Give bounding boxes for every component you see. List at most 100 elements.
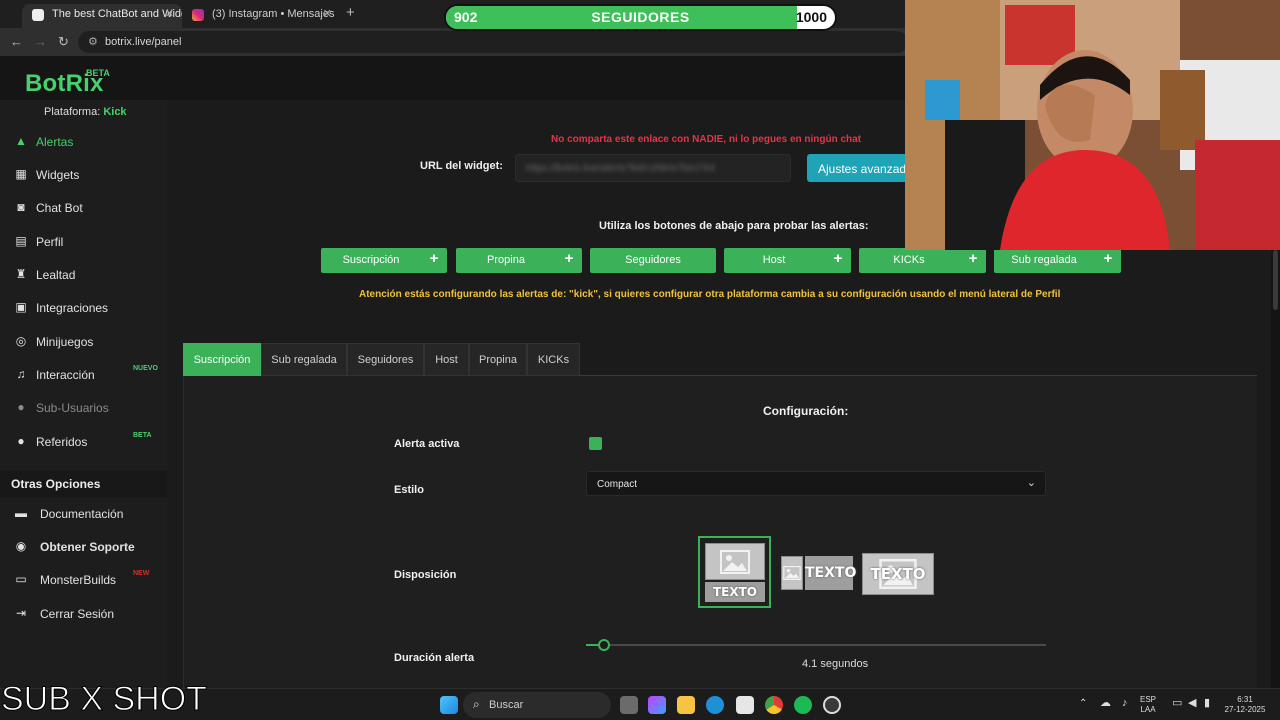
trophy-icon: ♜: [15, 267, 27, 281]
reload-icon[interactable]: ↻: [58, 34, 69, 50]
plus-icon: +: [1103, 250, 1113, 267]
new-badge: NUEVO: [133, 365, 158, 372]
clock[interactable]: 6:31 27-12-2025: [1224, 695, 1266, 715]
close-tab-icon[interactable]: ✕: [323, 4, 332, 24]
store-icon[interactable]: [736, 696, 754, 714]
layout-text-sample: TEXTO: [870, 565, 926, 583]
beta-badge: BETA: [133, 432, 152, 439]
tab-suscripcion[interactable]: Suscripción: [183, 343, 261, 376]
test-kicks-button[interactable]: KICKs +: [859, 248, 986, 273]
sidebar-item-alertas[interactable]: ▲ Alertas: [0, 128, 167, 156]
volume-icon[interactable]: ◀: [1188, 698, 1196, 709]
file-explorer-icon[interactable]: [677, 696, 695, 714]
sidebar-item-label: Documentación: [40, 507, 124, 521]
sidebar-item-cerrar-sesion[interactable]: ⇥ Cerrar Sesión: [0, 600, 167, 628]
language-layout: LAA: [1140, 705, 1156, 714]
microphone-icon[interactable]: ♪: [1122, 698, 1128, 709]
back-arrow-icon[interactable]: ←: [10, 34, 23, 49]
button-label: Propina: [487, 254, 525, 266]
browser-tab-instagram[interactable]: (3) Instagram • Mensajes ✕: [182, 4, 340, 28]
scrollbar-thumb[interactable]: [1273, 250, 1278, 310]
taskbar-search[interactable]: ⌕ Buscar: [463, 692, 611, 718]
close-tab-icon[interactable]: ✕: [165, 4, 174, 24]
duration-label: Duración alerta: [394, 652, 475, 664]
duration-slider-thumb[interactable]: [597, 639, 610, 651]
tab-kicks[interactable]: KICKs: [527, 343, 580, 376]
address-input[interactable]: ⚙ botrix.live/panel: [78, 31, 908, 53]
botrix-favicon-icon: [32, 9, 44, 21]
image-placeholder-icon: [781, 556, 803, 590]
duration-unit: segundos: [820, 658, 869, 670]
sidebar-item-label: Chat Bot: [36, 201, 83, 215]
tab-title: (3) Instagram • Mensajes: [212, 8, 335, 20]
webcam-feed-image: [905, 0, 1280, 250]
sidebar-item-integraciones[interactable]: ▣ Integraciones: [0, 294, 167, 322]
cloud-icon[interactable]: ☁: [1100, 698, 1111, 709]
platform-notice: Atención estás configurando las alertas …: [359, 289, 1061, 300]
sidebar-item-chat-bot[interactable]: ◙ Chat Bot: [0, 194, 167, 222]
test-propina-button[interactable]: Propina +: [456, 248, 582, 273]
tab-host[interactable]: Host: [424, 343, 469, 376]
layout-option-side[interactable]: TEXTO: [777, 552, 856, 592]
battery-icon[interactable]: ▮: [1204, 698, 1210, 709]
sidebar-item-soporte[interactable]: ◉ Obtener Soporte: [0, 533, 167, 561]
sidebar-item-sub-usuarios[interactable]: ● Sub-Usuarios: [0, 394, 167, 422]
tab-seguidores[interactable]: Seguidores: [347, 343, 424, 376]
url-text: botrix.live/panel: [105, 36, 182, 48]
style-select[interactable]: Compact ⌄: [586, 471, 1046, 496]
follower-goal-target: 1000: [795, 9, 827, 25]
image-placeholder-icon: [705, 543, 765, 580]
sidebar-item-widgets[interactable]: ▦ Widgets: [0, 161, 167, 189]
spotify-icon[interactable]: [794, 696, 812, 714]
alert-active-checkbox[interactable]: [589, 437, 602, 450]
duration-value: 4.1: [802, 658, 818, 670]
edge-icon[interactable]: [706, 696, 724, 714]
new-tab-icon[interactable]: +: [346, 4, 355, 21]
site-settings-icon[interactable]: ⚙: [88, 35, 98, 48]
windows-start-icon[interactable]: [440, 696, 458, 714]
layout-option-overlay[interactable]: TEXTO: [858, 549, 936, 596]
chevron-down-icon: ⌄: [1026, 477, 1036, 489]
sidebar-item-label: Lealtad: [36, 268, 76, 282]
share-warning: No comparta este enlace con NADIE, ni lo…: [551, 134, 862, 145]
page-scrollbar[interactable]: [1271, 250, 1280, 688]
monitor-icon: ▭: [15, 572, 27, 586]
advanced-settings-button[interactable]: Ajustes avanzados: [807, 154, 905, 182]
tab-sub-regalada[interactable]: Sub regalada: [261, 343, 347, 376]
obs-icon[interactable]: [823, 696, 841, 714]
style-label: Estilo: [394, 484, 424, 496]
sidebar-item-minijuegos[interactable]: ◎ Minijuegos: [0, 328, 167, 356]
sidebar-item-interaccion[interactable]: ♫ Interacción NUEVO: [0, 361, 167, 389]
support-icon: ◉: [15, 539, 27, 553]
chevron-up-icon[interactable]: ⌃: [1079, 699, 1087, 709]
logout-icon: ⇥: [15, 606, 27, 620]
sidebar-item-lealtad[interactable]: ♜ Lealtad: [0, 261, 167, 289]
users-icon: ●: [17, 434, 25, 448]
test-sub-regalada-button[interactable]: Sub regalada +: [994, 248, 1121, 273]
language-indicator[interactable]: ESP LAA: [1140, 695, 1156, 715]
sidebar-item-monsterbuilds[interactable]: ▭ MonsterBuilds NEW: [0, 566, 167, 594]
warning-icon: ▲: [15, 134, 27, 148]
sidebar-item-perfil[interactable]: ▤ Perfil: [0, 228, 167, 256]
sidebar: Plataforma: Kick ▲ Alertas ▦ Widgets ◙ C…: [0, 100, 167, 688]
chrome-icon[interactable]: [765, 696, 783, 714]
sidebar-item-label: Widgets: [36, 168, 80, 182]
search-icon: ⌕: [473, 697, 480, 711]
sidebar-item-referidos[interactable]: ● Referidos BETA: [0, 428, 167, 456]
test-host-button[interactable]: Host +: [724, 248, 851, 273]
tab-propina[interactable]: Propina: [469, 343, 527, 376]
test-seguidores-button[interactable]: Seguidores: [590, 248, 716, 273]
sidebar-item-documentacion[interactable]: ▬ Documentación: [0, 500, 167, 528]
forward-arrow-icon[interactable]: →: [34, 34, 47, 49]
task-view-icon[interactable]: [620, 696, 638, 714]
button-label: Suscripción: [342, 254, 400, 266]
widget-url-field[interactable]: https://botrix.live/alerts?bid=zNtHx7bm7…: [515, 154, 791, 182]
copilot-icon[interactable]: [648, 696, 666, 714]
browser-tab-botrix[interactable]: The best ChatBot and Widgets f ✕: [22, 4, 182, 28]
grid-icon: ▦: [15, 167, 27, 181]
gamepad-icon: ◎: [15, 334, 27, 348]
duration-slider-track[interactable]: [586, 644, 1046, 646]
layout-option-stacked[interactable]: TEXTO: [698, 536, 771, 608]
test-suscripcion-button[interactable]: Suscripción +: [321, 248, 447, 273]
network-icon[interactable]: ▭: [1172, 698, 1182, 709]
